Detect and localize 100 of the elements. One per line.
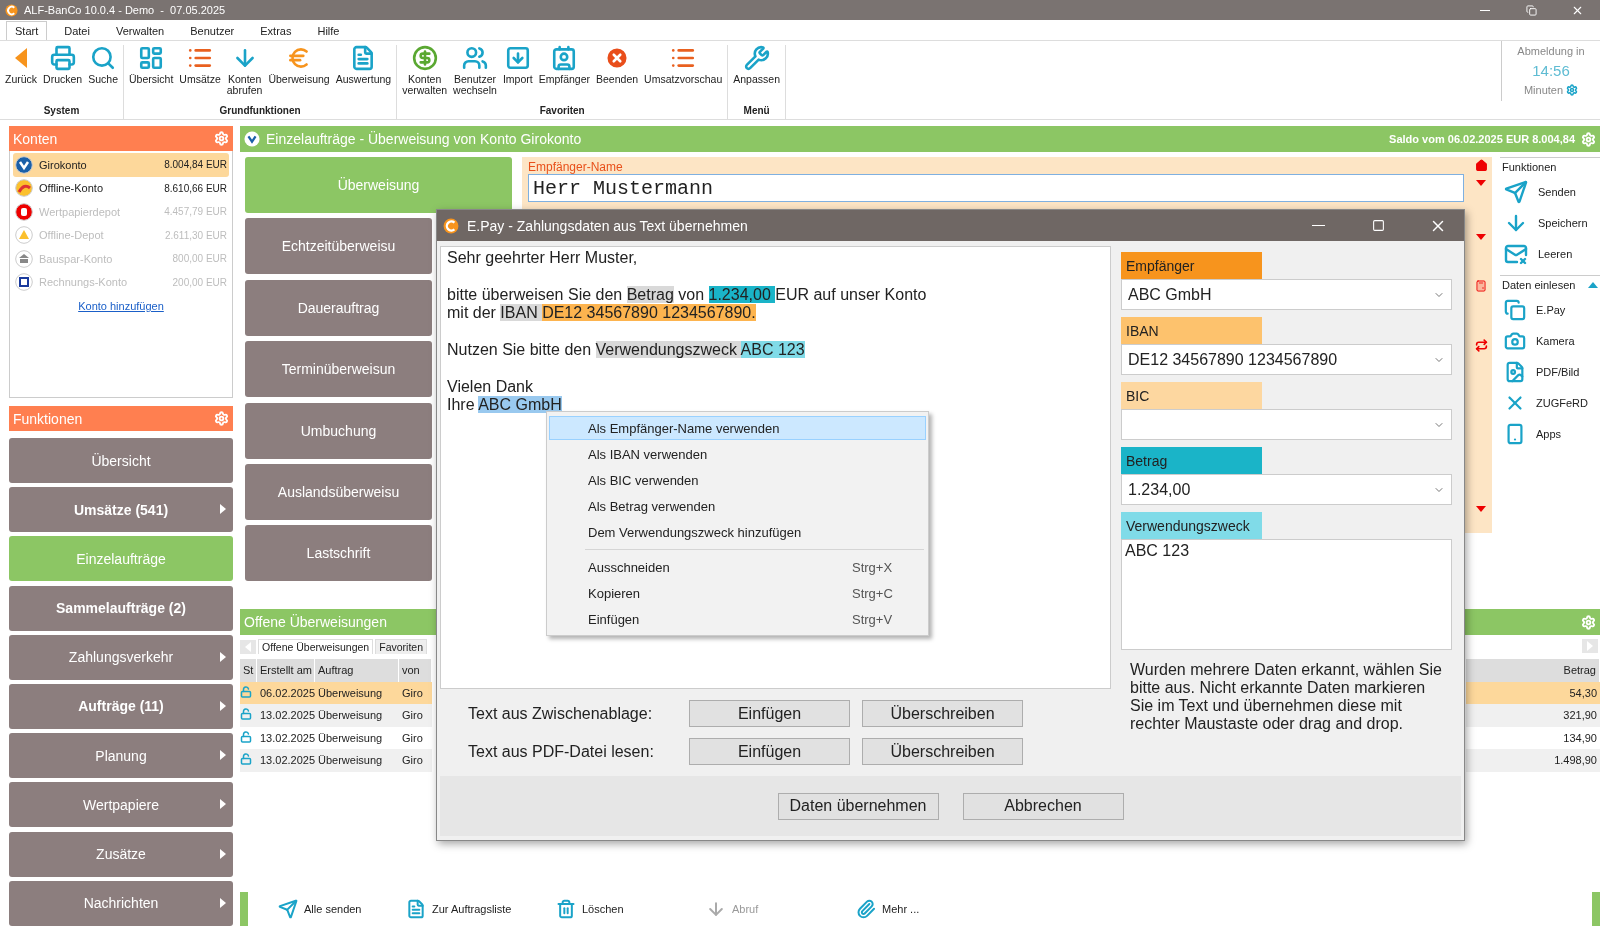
function-button[interactable]: Leeren [1500, 238, 1600, 269]
ribbon-button[interactable]: Empfänger [535, 45, 594, 85]
order-type-button[interactable]: Lastschrift [245, 525, 432, 582]
search-icon [90, 45, 117, 71]
table-row[interactable]: 13.02.2025 Überweisung Giro [240, 704, 432, 727]
ribbon-button[interactable]: Auswertung [332, 45, 395, 85]
function-button[interactable]: Speichern [1500, 207, 1600, 238]
scroll-left-button[interactable] [240, 639, 256, 654]
account-item[interactable]: Offline-Konto 8.610,66 EUR [13, 176, 229, 200]
menu-item[interactable]: Dem Verwendungszweck hinzufügen [549, 520, 926, 545]
nav-button[interactable]: Zahlungsverkehr [9, 634, 233, 680]
ribbon-button[interactable]: Konten verwalten [399, 45, 451, 96]
nav-button[interactable]: Umsätze (541) [9, 487, 233, 533]
table-cell-text: Giro [401, 754, 424, 767]
order-type-button[interactable]: Umbuchung [245, 402, 432, 459]
table-row[interactable]: 06.02.2025 Überweisung Giro [240, 681, 432, 704]
logout-label: Abmeldung in [1517, 45, 1585, 57]
dialog-button[interactable]: Abbrechen [962, 792, 1124, 820]
ribbon-button[interactable]: Anpassen [730, 45, 783, 85]
row-label: Text aus Zwischenablage: [468, 704, 654, 723]
nav-button[interactable]: Übersicht [9, 438, 233, 483]
settings-icon [1566, 84, 1579, 96]
column-header[interactable]: Auftrag [315, 659, 399, 682]
text-line: Nutzen Sie bitte den Verwendungszweck ABC 123 [447, 341, 806, 359]
action-button[interactable]: Überschreiben [862, 738, 1023, 765]
memo-field[interactable]: ABC 123 [1121, 539, 1452, 650]
toolbar-button[interactable]: Zur Auftragsliste [376, 899, 526, 919]
column-header[interactable]: St [240, 659, 257, 682]
ribbon-button[interactable]: Umsatzvorschau [641, 45, 726, 85]
data-source-button[interactable]: ZUGFeRD [1500, 387, 1600, 418]
add-account-link[interactable]: Konto hinzufügen [78, 300, 164, 312]
scroll-right-button[interactable] [1582, 639, 1598, 653]
order-type-button[interactable]: Terminüberweisun [245, 341, 432, 398]
order-type-button[interactable]: Dauerauftrag [245, 279, 432, 336]
users-icon [462, 45, 488, 71]
menu-item[interactable]: Als BIC verwenden [549, 468, 926, 493]
balance-text: Saldo vom 06.02.2025 EUR 8.004,84 [1389, 133, 1575, 145]
table-row[interactable]: 1.498,90 [1466, 749, 1600, 772]
ribbon-button[interactable]: Import [499, 45, 536, 85]
phone-icon [1504, 422, 1526, 445]
menu-item[interactable]: Als Betrag verwenden [549, 494, 926, 519]
menu-item[interactable]: Einfügen Strg+V [549, 607, 926, 632]
ribbon-button[interactable]: Überweisung [265, 45, 333, 85]
nav-button[interactable]: Zusätze [9, 831, 233, 877]
dropdown-field[interactable]: DE12 34567890 1234567890 [1121, 344, 1452, 375]
calculator-icon [1475, 280, 1487, 292]
menu-item[interactable]: Kopieren Strg+C [549, 581, 926, 606]
column-header[interactable]: von [399, 659, 432, 682]
data-source-button[interactable]: PDF/Bild [1500, 356, 1600, 387]
menu-item[interactable]: Als Empfänger-Name verwenden [549, 416, 926, 440]
ribbon-button[interactable]: Umsätze [176, 45, 224, 85]
money-icon [411, 45, 438, 71]
data-source-button[interactable]: Kamera [1500, 325, 1600, 356]
dialog-button[interactable]: Daten übernehmen [777, 792, 939, 820]
table-cell-text: 13.02.2025 [259, 709, 315, 722]
dropdown-field[interactable]: 1.234,00 [1121, 474, 1452, 505]
table-row[interactable]: 13.02.2025 Überweisung Giro [240, 749, 432, 772]
list-tab[interactable]: Favoriten [375, 639, 427, 654]
data-source-button[interactable]: E.Pay [1500, 294, 1600, 325]
toolbar-button[interactable]: Löschen [526, 899, 676, 919]
nav-button[interactable]: Aufträge (11) [9, 683, 233, 729]
ribbon-button[interactable]: Zurück [2, 45, 41, 85]
column-header[interactable]: Betrag [1466, 659, 1600, 682]
action-button[interactable]: Überschreiben [862, 700, 1023, 727]
toolbar-button[interactable]: Alle senden [248, 899, 376, 919]
list-tab[interactable]: Offene Überweisungen [258, 639, 374, 654]
recipient-name-field[interactable]: Herr Mustermann [528, 174, 1464, 202]
action-button[interactable]: Einfügen [689, 700, 850, 727]
settings-icon [1581, 131, 1596, 147]
nav-button[interactable]: Wertpapiere [9, 782, 233, 828]
field-label: Empfänger [1121, 252, 1262, 279]
dropdown-field[interactable] [1121, 409, 1452, 440]
menu-item[interactable]: Ausschneiden Strg+X [549, 555, 926, 580]
nav-button[interactable]: Nachrichten [9, 880, 233, 926]
menu-item[interactable]: Als IBAN verwenden [549, 442, 926, 467]
nav-button[interactable]: Planung [9, 733, 233, 779]
data-source-button[interactable]: Apps [1500, 418, 1600, 449]
table-row[interactable]: 54,30 [1466, 681, 1600, 704]
ribbon-button[interactable]: Übersicht [126, 45, 177, 85]
app-logo-icon [5, 3, 18, 17]
dropdown-field[interactable]: ABC GmbH [1121, 279, 1452, 310]
collapse-icon[interactable] [1588, 282, 1598, 288]
toolbar-button[interactable]: Mehr ... [826, 899, 976, 919]
column-header[interactable]: Erstellt am [257, 659, 315, 682]
order-type-button[interactable]: Echtzeitüberweisu [245, 218, 432, 275]
ribbon-button[interactable]: Konten abrufen [223, 45, 266, 96]
submenu-arrow-icon [220, 750, 226, 761]
ribbon-tab[interactable]: Start [6, 21, 48, 40]
function-button[interactable]: Senden [1500, 176, 1600, 207]
table-row[interactable]: 321,90 [1466, 704, 1600, 727]
account-item[interactable]: Girokonto 8.004,84 EUR [13, 153, 229, 177]
ribbon-button[interactable]: Beenden [593, 45, 642, 85]
nav-button[interactable]: Sammelaufträge (2) [9, 585, 233, 631]
ribbon-button[interactable]: Drucken [40, 45, 86, 85]
unlock-icon [240, 685, 252, 698]
action-button[interactable]: Einfügen [689, 738, 850, 765]
ribbon-button[interactable]: Benutzer wechseln [450, 45, 500, 96]
submenu-arrow-icon [220, 897, 226, 908]
ribbon-button[interactable]: Suche [85, 45, 121, 85]
order-type-button[interactable]: Auslandsüberweisu [245, 463, 432, 520]
